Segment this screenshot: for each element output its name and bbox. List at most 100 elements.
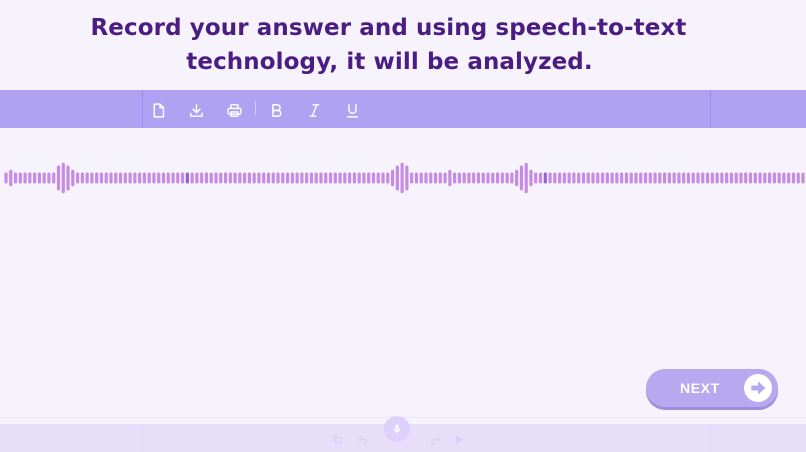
waveform-bar <box>787 172 791 184</box>
redo-icon[interactable] <box>428 432 442 446</box>
waveform-bar <box>534 172 538 184</box>
waveform-bar <box>476 172 481 184</box>
waveform-bar <box>247 172 251 184</box>
waveform-bar <box>305 172 309 184</box>
waveform-bar <box>138 172 142 184</box>
waveform-bar <box>109 172 113 184</box>
next-button[interactable]: NEXT <box>646 369 778 407</box>
waveform-bar <box>223 172 228 184</box>
waveform-bar <box>515 169 519 187</box>
waveform-bar <box>266 172 271 184</box>
waveform-bar <box>677 172 681 184</box>
waveform-bar <box>13 172 18 184</box>
waveform-bar <box>410 172 414 184</box>
waveform-bar <box>37 172 42 184</box>
waveform-bar <box>457 172 461 184</box>
waveform-bar <box>481 172 485 184</box>
waveform-bar <box>228 172 232 184</box>
waveform-bar <box>577 172 581 184</box>
waveform-bar <box>180 172 185 184</box>
print-icon[interactable] <box>224 100 244 120</box>
waveform-bar <box>758 172 762 184</box>
waveform-bar <box>56 165 61 191</box>
waveform-bar <box>285 172 290 184</box>
waveform-bar <box>667 172 671 184</box>
waveform-bar <box>605 172 609 184</box>
microphone-button[interactable] <box>384 416 410 442</box>
waveform-bar <box>47 172 51 184</box>
waveform-bar <box>276 172 280 184</box>
waveform-bar <box>257 172 261 184</box>
waveform-bar <box>438 172 442 184</box>
waveform-bar <box>796 172 800 184</box>
download-icon[interactable] <box>186 100 206 120</box>
waveform-bar <box>75 172 80 184</box>
undo-icon[interactable] <box>355 432 369 446</box>
waveform-bar <box>591 172 595 184</box>
underline-icon[interactable] <box>342 100 362 120</box>
waveform-bar <box>171 172 175 184</box>
waveform-bar <box>147 172 151 184</box>
waveform-bar <box>424 172 428 184</box>
waveform-bar <box>371 172 376 184</box>
waveform-bar <box>581 172 586 184</box>
waveform-bar <box>238 172 242 184</box>
copy-icon[interactable] <box>330 432 344 446</box>
waveform-bar <box>104 172 108 184</box>
waveform-bar <box>348 172 352 184</box>
waveform-bar <box>395 165 399 191</box>
waveform-bar <box>725 172 729 184</box>
instruction-title-line-2: technology, it will be analyzed. <box>186 49 593 75</box>
waveform-bar <box>500 172 504 184</box>
waveform-bar <box>328 172 333 184</box>
waveform-bar <box>99 172 104 184</box>
waveform-bar <box>400 162 404 194</box>
waveform-bar <box>548 172 552 184</box>
waveform-bar <box>419 172 423 184</box>
waveform-bar <box>682 172 686 184</box>
waveform-bar <box>18 172 22 184</box>
file-icon[interactable] <box>148 100 168 120</box>
waveform-bar <box>495 172 500 184</box>
waveform-bar <box>118 172 123 184</box>
bold-icon[interactable] <box>266 100 286 120</box>
waveform-bar <box>763 172 767 184</box>
waveform-bar <box>663 172 667 184</box>
waveform-bar <box>767 172 772 184</box>
waveform-bar <box>791 172 796 184</box>
waveform-bar <box>405 165 409 191</box>
waveform-bar <box>209 172 213 184</box>
waveform-bar <box>696 172 700 184</box>
waveform-bar <box>386 172 390 184</box>
waveform-bar <box>128 172 132 184</box>
next-button-label: NEXT <box>680 380 720 396</box>
waveform-bar <box>701 172 705 184</box>
waveform-bar <box>152 172 156 184</box>
waveform-bar <box>429 172 433 184</box>
italic-icon[interactable] <box>304 100 324 120</box>
waveform-bar <box>271 172 275 184</box>
waveform-bar <box>333 172 337 184</box>
waveform-bar <box>529 169 533 187</box>
waveform-bar <box>195 172 199 184</box>
waveform-bar <box>362 172 366 184</box>
waveform-bar <box>157 172 161 184</box>
waveform-bar <box>510 172 514 184</box>
toolbar-divider-left <box>142 90 143 128</box>
waveform-bar <box>314 172 318 184</box>
toolbar-group-divider <box>255 101 256 115</box>
waveform-bar <box>610 172 614 184</box>
waveform-bar <box>624 172 629 184</box>
waveform-bar <box>414 172 419 184</box>
send-icon[interactable] <box>452 432 466 446</box>
waveform-bar <box>9 169 13 187</box>
waveform-bar <box>367 172 371 184</box>
waveform-bar <box>567 172 571 184</box>
waveform-bar <box>33 172 37 184</box>
waveform-bar <box>324 172 328 184</box>
waveform-bar <box>66 165 70 191</box>
waveform-bar <box>739 172 743 184</box>
waveform-bar <box>553 172 557 184</box>
waveform-bar <box>142 172 146 184</box>
waveform-bar <box>596 172 600 184</box>
